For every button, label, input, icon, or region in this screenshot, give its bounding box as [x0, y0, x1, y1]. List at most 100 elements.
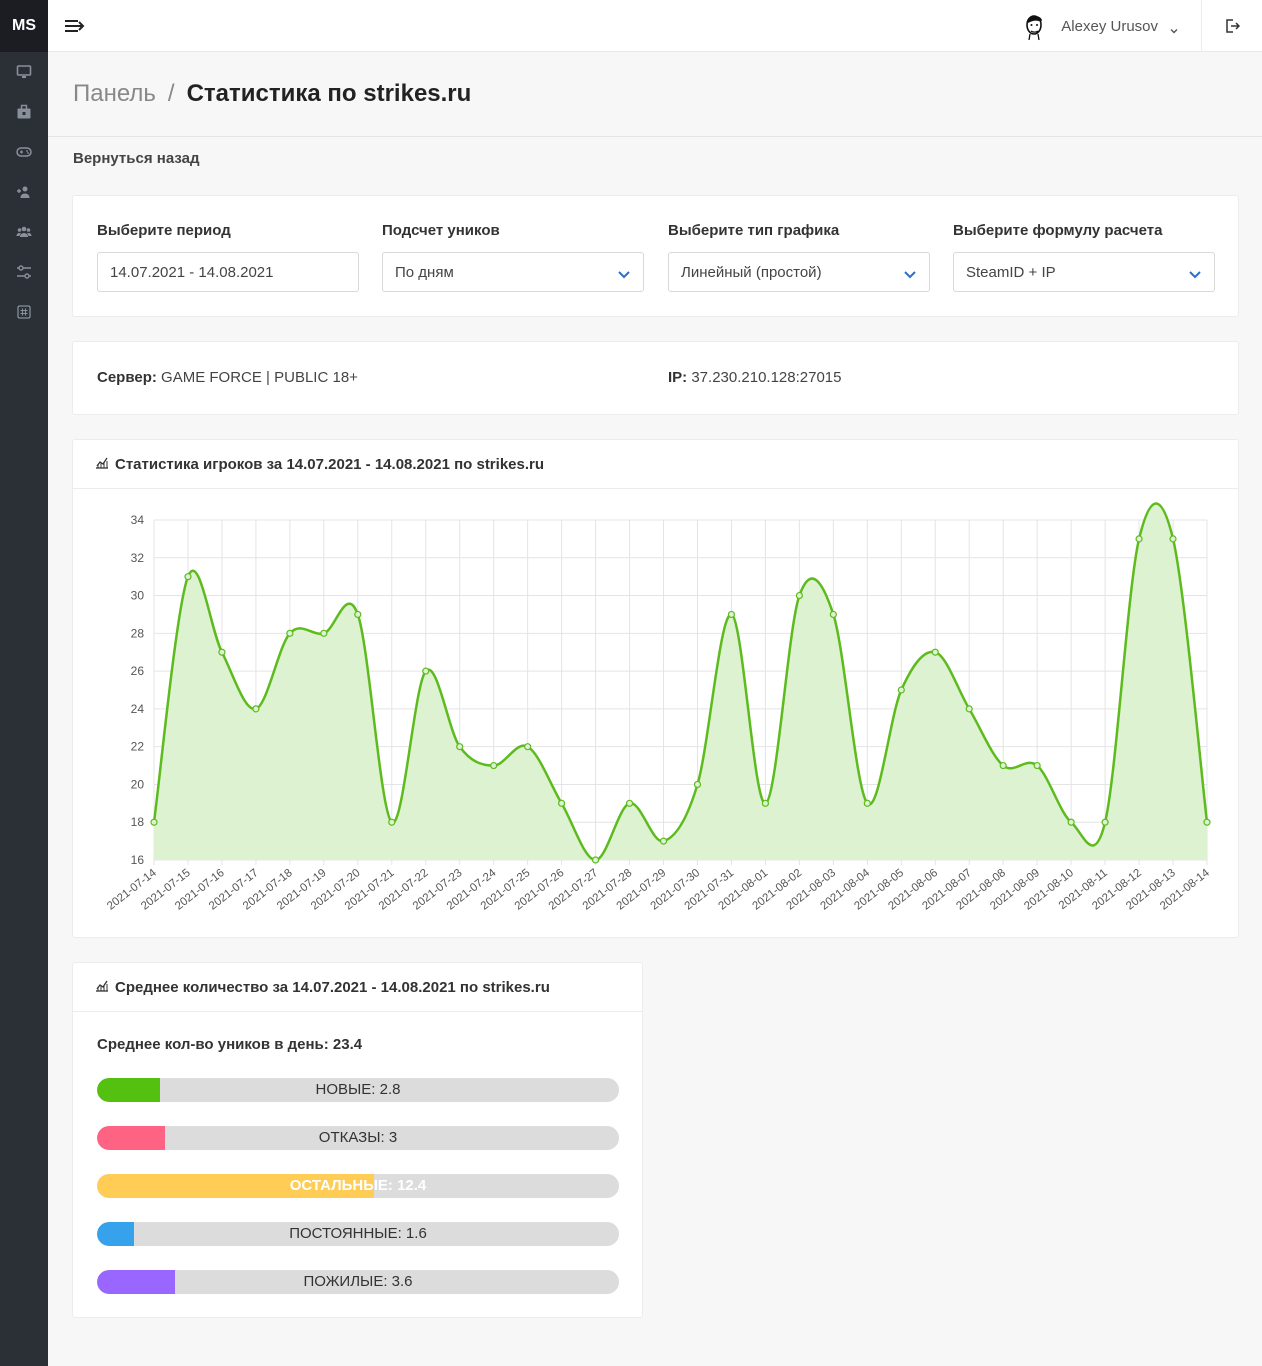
period-label: Выберите период — [97, 222, 231, 239]
average-card: Среднее количество за 14.07.2021 - 14.08… — [72, 962, 643, 1318]
chart-area-fill — [154, 503, 1207, 860]
breadcrumb-separator: / — [167, 80, 175, 107]
users-add-icon[interactable] — [15, 184, 33, 200]
average-card-header: Среднее количество за 14.07.2021 - 14.08… — [73, 963, 642, 1012]
chart-point — [354, 610, 362, 619]
chart-point — [795, 591, 803, 600]
formula-filter: Выберите формулу расчета SteamID + IP — [953, 222, 1215, 292]
topbar: Alexey Urusov — [48, 0, 1262, 52]
chart-point — [218, 648, 226, 656]
avatar — [1021, 11, 1050, 41]
chart-point — [490, 761, 498, 770]
sliders-icon[interactable] — [15, 264, 33, 280]
formula-label: Выберите формулу расчета — [953, 222, 1163, 239]
progress-label: НОВЫЕ: 2.8 — [315, 1081, 401, 1098]
breadcrumb-root[interactable]: Панель — [73, 80, 156, 108]
logout-icon[interactable] — [1224, 18, 1241, 34]
briefcase-icon[interactable] — [15, 104, 33, 120]
period-value: 14.07.2021 - 14.08.2021 — [110, 263, 274, 281]
count-value: По дням — [395, 263, 454, 281]
chart-type-filter: Выберите тип графика Линейный (простой) — [668, 222, 930, 292]
progress-rejected: ОТКАЗЫ: 3 — [97, 1126, 619, 1150]
server-card: Сервер: GAME FORCE | PUBLIC 18+ IP: 37.2… — [72, 341, 1239, 415]
chart-type-value: Линейный (простой) — [681, 263, 822, 281]
app-logo[interactable]: MS — [0, 0, 48, 52]
chart-point — [456, 743, 464, 751]
chevron-down-icon — [1170, 22, 1178, 34]
chevron-down-icon — [1188, 267, 1202, 279]
count-label: Подсчет уников — [382, 222, 500, 239]
chart-card-header: Статистика игроков за 14.07.2021 - 14.08… — [73, 440, 1238, 489]
monitor-icon[interactable] — [15, 64, 33, 80]
chevron-down-icon — [617, 267, 631, 279]
chart-card: Статистика игроков за 14.07.2021 - 14.08… — [72, 439, 1239, 938]
chart-point — [863, 799, 871, 807]
y-tick-label: 32 — [131, 551, 145, 565]
progress-others: ОСТАЛЬНЫЕ: 12.4 — [97, 1174, 619, 1198]
period-input[interactable]: 14.07.2021 - 14.08.2021 — [97, 252, 359, 292]
breadcrumb: Панель / Статистика по strikes.ru — [73, 80, 471, 108]
y-tick-label: 18 — [131, 815, 145, 829]
chart-point — [625, 799, 634, 807]
players-line-chart: 161820222426283032342021-07-142021-07-15… — [105, 502, 1212, 913]
divider — [48, 136, 1262, 137]
server-label: Сервер: — [97, 369, 157, 386]
formula-value: SteamID + IP — [966, 263, 1056, 281]
chart-type-select[interactable]: Линейный (простой) — [668, 252, 930, 292]
daily-average: Среднее кол-во уников в день: 23.4 — [97, 1036, 363, 1053]
chart-point — [1033, 761, 1041, 770]
chart-point — [1203, 818, 1211, 826]
chart-point — [150, 818, 158, 826]
formula-select[interactable]: SteamID + IP — [953, 252, 1215, 292]
progress-old: ПОЖИЛЫЕ: 3.6 — [97, 1270, 619, 1294]
chart-point — [999, 761, 1007, 770]
chart-point — [1169, 535, 1177, 543]
ip-value: 37.230.210.128:27015 — [691, 369, 842, 386]
ip-label: IP: — [668, 369, 688, 386]
y-tick-label: 26 — [131, 664, 145, 678]
chart-point — [184, 573, 192, 581]
chart-point — [252, 705, 260, 713]
server-value: GAME FORCE | PUBLIC 18+ — [161, 369, 358, 386]
chart-point — [524, 743, 532, 751]
page-title: Статистика по strikes.ru — [186, 80, 472, 107]
y-tick-label: 30 — [131, 589, 145, 603]
y-tick-label: 16 — [131, 853, 145, 867]
chart-point — [558, 799, 566, 807]
progress-regular: ПОСТОЯННЫЕ: 1.6 — [97, 1222, 619, 1246]
gamepad-icon[interactable] — [15, 144, 33, 160]
chart-type-label: Выберите тип графика — [668, 222, 840, 239]
progress-label: ПОЖИЛЫЕ: 3.6 — [303, 1273, 413, 1290]
progress-label: ОСТАЛЬНЫЕ: 12.4 — [289, 1177, 427, 1194]
back-link[interactable]: Вернуться назад — [73, 150, 199, 167]
chart-point — [693, 780, 702, 789]
chart-point — [1067, 818, 1075, 826]
chart-point — [727, 610, 736, 619]
hashtag-icon[interactable] — [15, 304, 33, 320]
progress-new: НОВЫЕ: 2.8 — [97, 1078, 619, 1102]
chart-point — [659, 837, 668, 845]
chart-point — [931, 648, 939, 656]
chart-point — [591, 856, 600, 864]
count-filter: Подсчет уников По дням — [382, 222, 644, 292]
chart-point — [761, 799, 770, 807]
chart-icon — [95, 978, 109, 996]
chart-point — [829, 610, 837, 619]
y-tick-label: 28 — [131, 626, 145, 640]
count-select[interactable]: По дням — [382, 252, 644, 292]
chart-point — [965, 705, 973, 713]
y-tick-label: 20 — [131, 777, 145, 791]
chart-point — [388, 818, 396, 826]
users-icon[interactable] — [15, 224, 33, 240]
chart-point — [422, 667, 430, 675]
chart-point — [897, 686, 905, 694]
server-info: Сервер: GAME FORCE | PUBLIC 18+ — [97, 369, 358, 386]
sidebar: MS — [0, 0, 48, 1366]
y-tick-label: 34 — [131, 513, 145, 527]
ip-info: IP: 37.230.210.128:27015 — [668, 369, 842, 386]
menu-toggle-icon[interactable] — [64, 16, 86, 36]
filters-card: Выберите период 14.07.2021 - 14.08.2021 … — [72, 195, 1239, 317]
user-menu[interactable]: Alexey Urusov — [1021, 10, 1178, 42]
user-name: Alexey Urusov — [1061, 17, 1158, 35]
progress-label: ПОСТОЯННЫЕ: 1.6 — [289, 1225, 427, 1242]
